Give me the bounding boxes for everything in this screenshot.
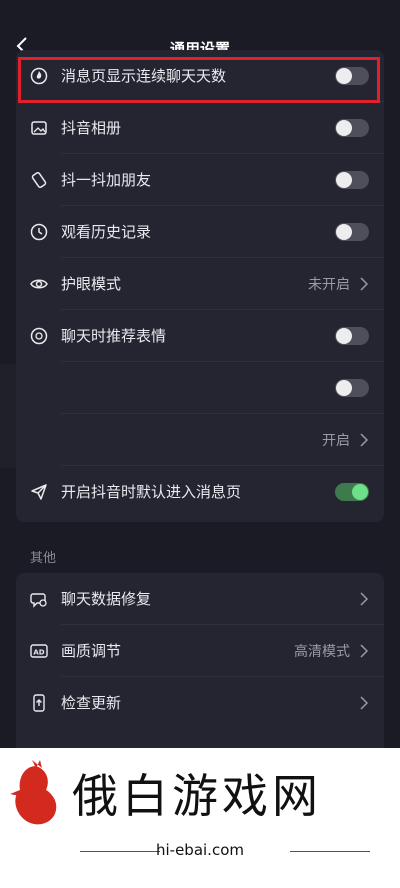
send-icon: [31, 484, 47, 500]
setting-row-emoji-suggest[interactable]: 聊天时推荐表情: [16, 310, 384, 362]
image-icon: [31, 121, 47, 135]
other-settings-card: 聊天数据修复 AD 画质调节 高清模式 检查更新: [16, 573, 384, 773]
setting-label: 聊天时推荐表情: [61, 327, 167, 345]
watermark-banner: 俄白游戏网 hi-ebai.com: [0, 748, 400, 888]
setting-row-eye-care[interactable]: 护眼模式 未开启: [16, 258, 384, 310]
update-icon: [33, 694, 45, 712]
chevron-right-icon: [360, 433, 368, 447]
overlay-strip: [0, 364, 16, 468]
setting-row-shake-friends[interactable]: 抖一抖加朋友: [16, 154, 384, 206]
chevron-right-icon: [360, 592, 368, 606]
setting-row-watch-history[interactable]: 观看历史记录: [16, 206, 384, 258]
eye-care-status: 未开启: [308, 277, 350, 293]
chat-repair-icon: [30, 593, 47, 608]
eye-icon: [30, 279, 48, 289]
rooster-logo-icon: [10, 760, 57, 825]
setting-row-quality[interactable]: AD 画质调节 高清模式: [16, 625, 384, 677]
rotate-icon: [31, 172, 47, 188]
setting-row-update[interactable]: 检查更新: [16, 677, 384, 729]
watermark-url: hi-ebai.com: [155, 841, 244, 859]
setting-label: 检查更新: [61, 694, 122, 712]
setting-row-album[interactable]: 抖音相册: [16, 102, 384, 154]
watermark-line-right: [290, 851, 370, 852]
watch-history-toggle[interactable]: [335, 223, 369, 241]
chevron-right-icon: [360, 644, 368, 658]
setting-row-hidden-2[interactable]: 开启: [16, 414, 384, 466]
shake-friends-toggle[interactable]: [335, 171, 369, 189]
hidden-setting-status: 开启: [322, 433, 350, 449]
section-title-other: 其他: [30, 551, 57, 566]
setting-row-hidden-1[interactable]: [16, 362, 384, 414]
setting-label: 抖一抖加朋友: [61, 171, 152, 189]
quality-value: 高清模式: [294, 644, 350, 660]
ad-icon: AD: [30, 644, 48, 658]
svg-text:AD: AD: [33, 649, 44, 657]
setting-label: 画质调节: [61, 642, 122, 660]
emoji-icon: [30, 327, 48, 345]
setting-label: 开启抖音时默认进入消息页: [61, 483, 242, 501]
watermark-text: 俄白游戏网: [72, 769, 322, 823]
chevron-right-icon: [360, 696, 368, 710]
setting-label: 聊天数据修复: [61, 590, 152, 608]
setting-label: 抖音相册: [61, 119, 122, 137]
setting-row-open-messages[interactable]: 开启抖音时默认进入消息页: [16, 466, 384, 518]
hidden-setting-toggle[interactable]: [335, 379, 369, 397]
emoji-suggest-toggle[interactable]: [335, 327, 369, 345]
general-settings-card: 消息页显示连续聊天天数 抖音相册 抖一抖加朋友 观看历史记录 护眼模式 未开启 …: [16, 50, 384, 522]
setting-row-chat-repair[interactable]: 聊天数据修复: [16, 573, 384, 625]
album-toggle[interactable]: [335, 119, 369, 137]
clock-icon: [30, 223, 48, 241]
highlight-box: [18, 57, 380, 103]
chevron-right-icon: [360, 277, 368, 291]
open-messages-toggle[interactable]: [335, 483, 369, 501]
setting-label: 观看历史记录: [61, 223, 152, 241]
setting-label: 护眼模式: [61, 275, 122, 293]
